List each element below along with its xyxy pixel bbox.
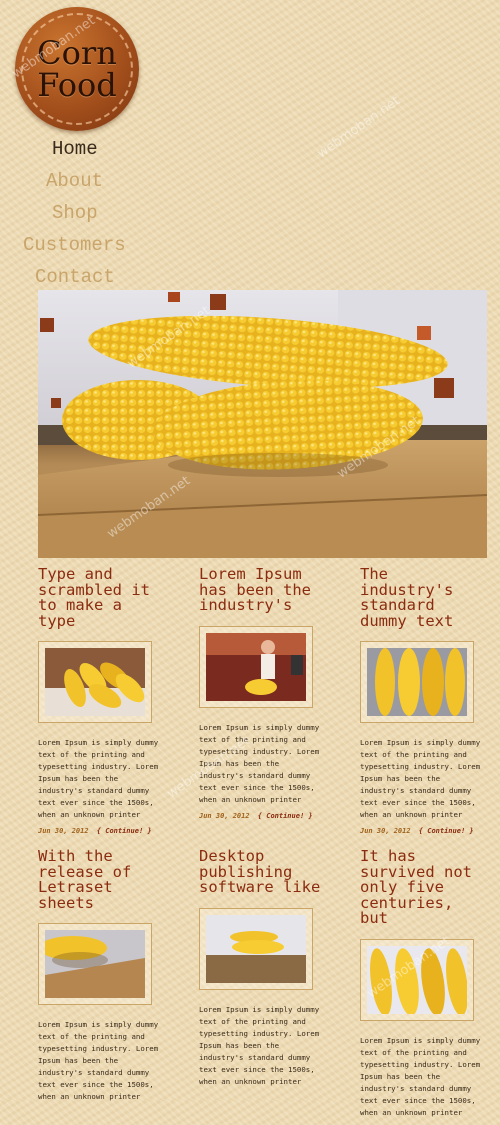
article-date: Jun 30, 2012 xyxy=(38,827,89,835)
article-thumbnail xyxy=(206,914,306,983)
watermark: webmoban.net xyxy=(314,93,403,162)
article-thumbnail xyxy=(45,930,145,998)
article-card: The industry's standard dummy text Lorem… xyxy=(360,566,485,835)
article-text: Lorem Ipsum is simply dummy text of the … xyxy=(360,738,481,819)
article-text: Lorem Ipsum is simply dummy text of the … xyxy=(199,722,320,804)
corn-illustration xyxy=(38,290,487,558)
article-title[interactable]: Desktop publishing software like xyxy=(199,848,324,896)
article-thumbnail-frame[interactable] xyxy=(199,625,313,708)
article-text: Lorem Ipsum is simply dummy text of the … xyxy=(199,1004,320,1086)
article-text: Lorem Ipsum is simply dummy text of the … xyxy=(38,1020,159,1101)
article-thumbnail-frame[interactable] xyxy=(38,641,152,723)
article-card: Type and scrambled it to make a type Lor… xyxy=(38,566,163,835)
nav-customers[interactable]: Customers xyxy=(23,233,126,257)
article-meta: Jun 30, 2012 { Continue! } xyxy=(38,827,163,835)
article-meta: Jun 30, 2012 { Continue! } xyxy=(360,827,485,835)
article-title[interactable]: The industry's standard dummy text xyxy=(360,566,485,629)
logo-text-line2: Food xyxy=(37,66,117,104)
article-thumbnail-frame[interactable] xyxy=(360,641,474,723)
continue-link[interactable]: { Continue! } xyxy=(258,812,313,820)
article-text: Lorem Ipsum is simply dummy text of the … xyxy=(360,1035,481,1117)
article-meta: Jun 30, 2012 { Continue! } xyxy=(199,812,324,820)
article-thumbnail-frame[interactable] xyxy=(199,907,313,990)
article-card: Desktop publishing software like Lorem I… xyxy=(199,848,324,1094)
article-title[interactable]: Lorem Ipsum has been the industry's xyxy=(199,566,324,614)
article-title[interactable]: Type and scrambled it to make a type xyxy=(38,566,163,629)
logo-text-line1: Corn xyxy=(37,34,117,72)
site-logo[interactable]: Corn Food xyxy=(15,7,139,131)
article-text: Lorem Ipsum is simply dummy text of the … xyxy=(38,738,159,819)
article-thumbnail xyxy=(367,945,467,1014)
article-thumbnail-frame[interactable] xyxy=(38,923,152,1005)
nav-home[interactable]: Home xyxy=(52,137,98,161)
article-card: With the release of Letraset sheets Lore… xyxy=(38,848,163,1109)
article-card: Lorem Ipsum has been the industry's Lore… xyxy=(199,566,324,820)
nav-contact[interactable]: Contact xyxy=(35,265,115,289)
article-thumbnail-frame[interactable] xyxy=(360,938,474,1021)
continue-link[interactable]: { Continue! } xyxy=(419,827,474,835)
nav-shop[interactable]: Shop xyxy=(52,201,98,225)
article-card: It has survived not only five centuries,… xyxy=(360,848,485,1125)
article-thumbnail xyxy=(45,648,145,716)
article-thumbnail xyxy=(206,632,306,701)
article-date: Jun 30, 2012 xyxy=(199,811,250,820)
article-title[interactable]: With the release of Letraset sheets xyxy=(38,848,163,911)
article-date: Jun 30, 2012 xyxy=(360,827,411,835)
article-title[interactable]: It has survived not only five centuries,… xyxy=(360,848,485,927)
continue-link[interactable]: { Continue! } xyxy=(97,827,152,835)
article-thumbnail xyxy=(367,648,467,716)
hero-image xyxy=(38,290,487,558)
nav-about[interactable]: About xyxy=(46,169,103,193)
